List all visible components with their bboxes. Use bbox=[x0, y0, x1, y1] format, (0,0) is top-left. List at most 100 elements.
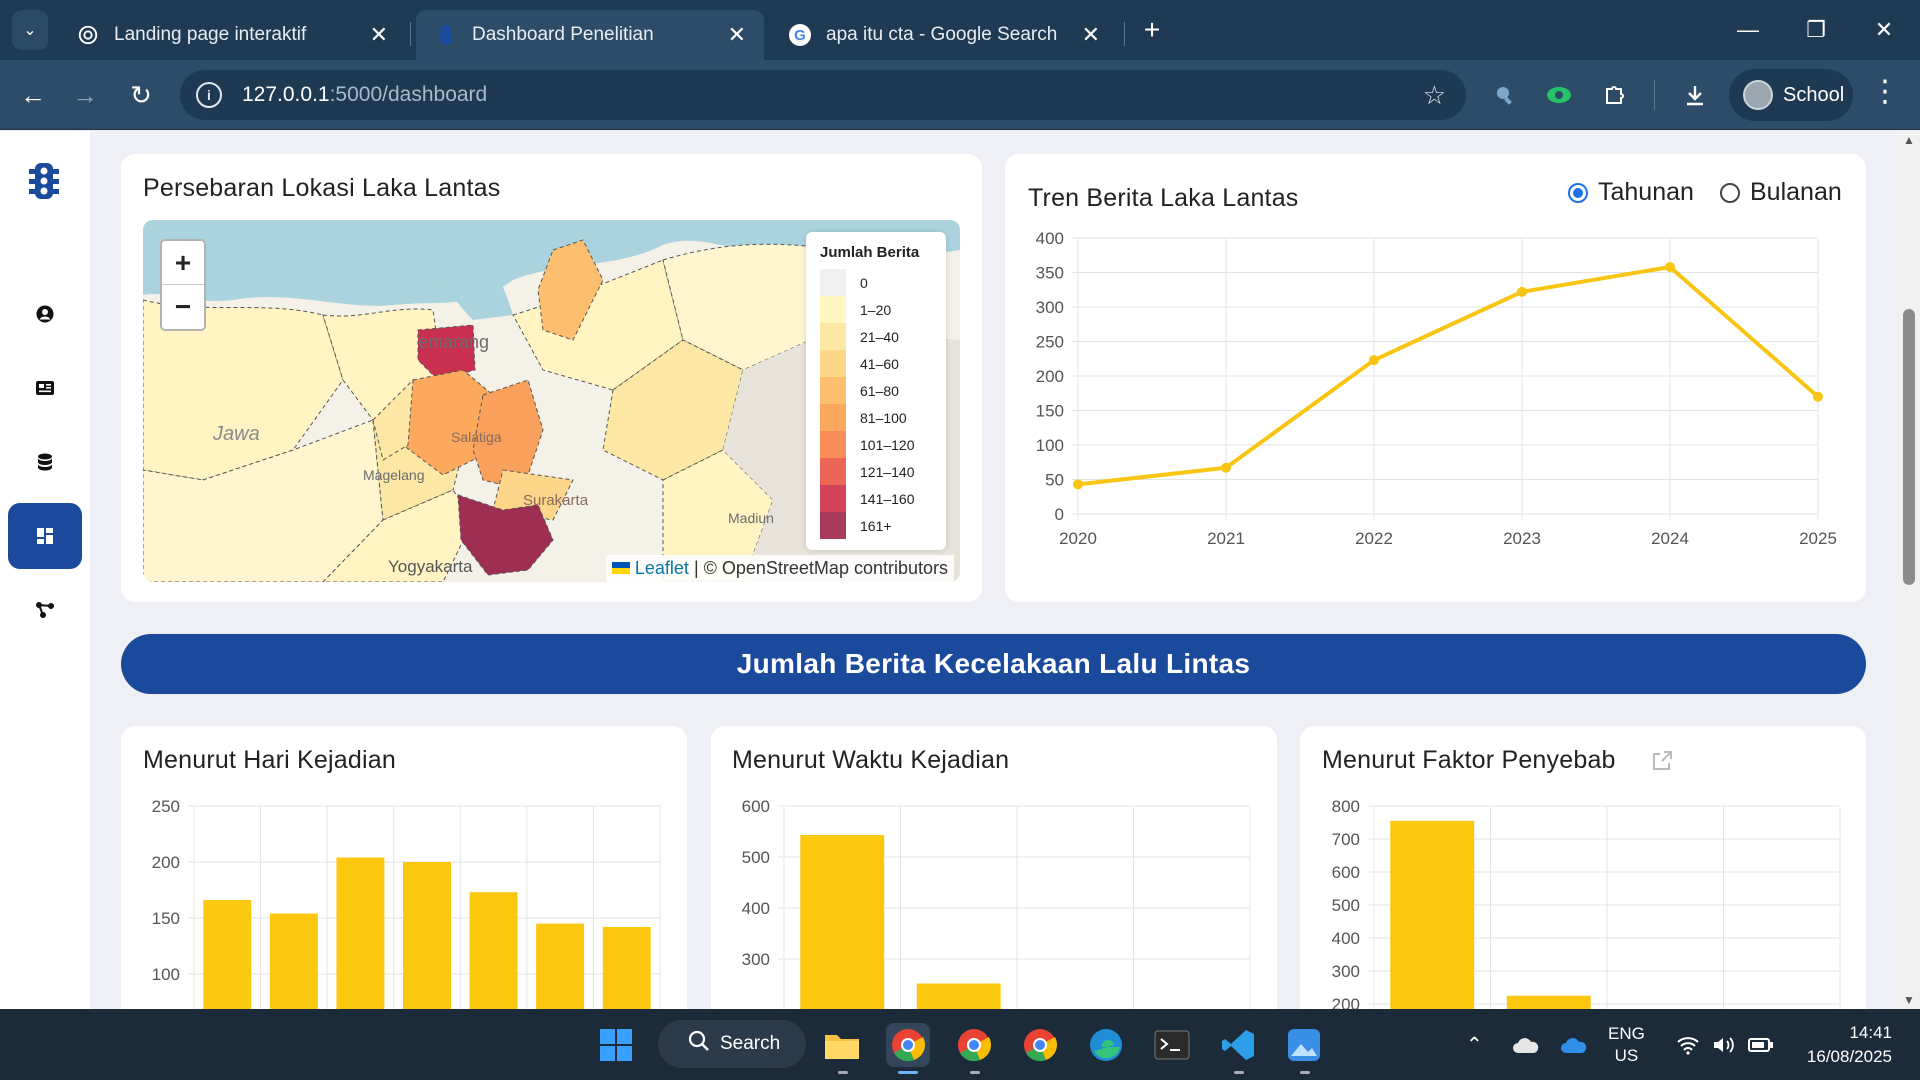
scroll-down-icon[interactable]: ▼ bbox=[1903, 994, 1915, 1006]
edge-icon[interactable] bbox=[1084, 1023, 1128, 1067]
legend-swatch bbox=[820, 431, 846, 458]
map-label: emarang bbox=[418, 332, 489, 352]
legend-item: 21–40 bbox=[820, 323, 932, 350]
data-point bbox=[1073, 479, 1083, 490]
sidebar-item-database[interactable] bbox=[8, 429, 82, 495]
clock[interactable]: 14:41 16/08/2025 bbox=[1798, 1009, 1892, 1080]
minimize-button[interactable]: — bbox=[1728, 12, 1768, 48]
chrome-icon[interactable] bbox=[1018, 1023, 1062, 1067]
extension-search-icon[interactable] bbox=[1486, 76, 1524, 114]
map-label: Surakarta bbox=[523, 492, 589, 509]
scroll-thumb[interactable] bbox=[1903, 309, 1915, 585]
radio-yearly[interactable]: Tahunan bbox=[1568, 178, 1694, 207]
radio-monthly[interactable]: Bulanan bbox=[1720, 178, 1842, 207]
radio-monthly-dot[interactable] bbox=[1720, 182, 1740, 203]
address-bar[interactable]: i 127.0.0.1:5000/dashboard ☆ bbox=[180, 70, 1466, 120]
running-indicator bbox=[970, 1071, 980, 1074]
profile-button[interactable]: School bbox=[1729, 69, 1853, 121]
sidebar-item-profile[interactable] bbox=[8, 281, 82, 347]
y-tick-label: 150 bbox=[152, 909, 180, 928]
legend-swatch bbox=[820, 377, 846, 404]
close-icon: ✕ bbox=[1874, 17, 1894, 42]
language-indicator[interactable]: ENG US bbox=[1608, 1009, 1645, 1080]
radio-monthly-label: Bulanan bbox=[1750, 178, 1842, 206]
new-tab-button[interactable]: + bbox=[1136, 12, 1168, 48]
legend-swatch bbox=[820, 485, 846, 512]
legend-item: 141–160 bbox=[820, 485, 932, 512]
legend-swatch bbox=[820, 350, 846, 377]
reload-button[interactable]: ↻ bbox=[122, 76, 160, 114]
close-icon[interactable]: ✕ bbox=[370, 22, 388, 48]
forward-button[interactable]: → bbox=[66, 76, 104, 114]
tab-search-button[interactable]: ⌄ bbox=[12, 10, 48, 50]
download-icon[interactable] bbox=[1676, 76, 1714, 114]
vscode-icon[interactable] bbox=[1216, 1023, 1260, 1067]
legend-label: 121–140 bbox=[860, 463, 915, 480]
start-button[interactable] bbox=[594, 1023, 638, 1067]
legend-item: 121–140 bbox=[820, 458, 932, 485]
wifi-icon[interactable] bbox=[1676, 1009, 1700, 1080]
leaflet-link[interactable]: Leaflet bbox=[635, 558, 689, 578]
taskbar-search[interactable]: Search bbox=[658, 1020, 806, 1068]
y-tick-label: 600 bbox=[742, 797, 770, 816]
legend-label: 161+ bbox=[860, 517, 892, 534]
bookmark-star-icon[interactable]: ☆ bbox=[1423, 80, 1446, 111]
extension-eye-icon[interactable] bbox=[1540, 76, 1578, 114]
show-hidden-icons[interactable]: ⌃ bbox=[1466, 1009, 1483, 1080]
external-link-icon[interactable] bbox=[1650, 749, 1674, 778]
y-tick-label: 100 bbox=[1036, 436, 1064, 455]
onedrive-school-icon[interactable] bbox=[1560, 1009, 1588, 1080]
tab-google-search[interactable]: G apa itu cta - Google Search ✕ bbox=[770, 10, 1118, 60]
restore-button[interactable]: ❐ bbox=[1796, 12, 1836, 48]
tab-title: apa itu cta - Google Search bbox=[826, 24, 1058, 45]
volume-icon[interactable] bbox=[1712, 1009, 1736, 1080]
legend-label: 141–160 bbox=[860, 490, 915, 507]
avatar bbox=[1743, 80, 1773, 110]
photos-icon[interactable] bbox=[1282, 1023, 1326, 1067]
extensions-puzzle-icon[interactable] bbox=[1596, 76, 1634, 114]
close-window-button[interactable]: ✕ bbox=[1864, 12, 1904, 48]
y-tick-label: 500 bbox=[742, 848, 770, 867]
map-label: Yogyakarta bbox=[388, 557, 473, 576]
legend-swatch bbox=[820, 512, 846, 539]
profile-name: School bbox=[1783, 83, 1845, 106]
sidebar-item-network[interactable] bbox=[8, 577, 82, 643]
choropleth-map[interactable]: emarang Jawa Magelang Salatiga Surakarta… bbox=[143, 220, 960, 582]
zoom-out-button[interactable]: − bbox=[162, 285, 204, 329]
sidebar-item-dashboard[interactable] bbox=[8, 503, 82, 569]
terminal-icon[interactable] bbox=[1150, 1023, 1194, 1067]
onedrive-personal-icon[interactable] bbox=[1512, 1009, 1540, 1080]
back-button[interactable]: ← bbox=[14, 76, 52, 114]
x-tick-label: 2022 bbox=[1355, 529, 1393, 548]
close-icon[interactable]: ✕ bbox=[728, 22, 746, 48]
legend-label: 0 bbox=[860, 274, 868, 291]
y-tick-label: 250 bbox=[152, 797, 180, 816]
windows-taskbar: Search ⌃ ENG US 14:41 16/08/2025 bbox=[0, 1009, 1920, 1080]
url-text[interactable]: 127.0.0.1:5000/dashboard bbox=[242, 83, 487, 107]
sidebar-item-news[interactable] bbox=[8, 355, 82, 421]
battery-icon[interactable] bbox=[1748, 1009, 1774, 1080]
factor-card-title: Menurut Faktor Penyebab bbox=[1322, 746, 1616, 774]
windows-icon bbox=[600, 1029, 632, 1061]
traffic-light-logo[interactable] bbox=[26, 161, 62, 206]
tab-landing-page[interactable]: Landing page interaktif ✕ bbox=[58, 10, 406, 60]
scroll-up-icon[interactable]: ▲ bbox=[1903, 134, 1915, 146]
y-tick-label: 0 bbox=[1055, 505, 1064, 524]
legend-swatch bbox=[820, 404, 846, 431]
legend-item: 101–120 bbox=[820, 431, 932, 458]
page-scrollbar[interactable]: ▲ ▼ bbox=[1898, 131, 1920, 1009]
tab-divider bbox=[1124, 22, 1125, 46]
zoom-in-button[interactable]: + bbox=[162, 241, 204, 285]
radio-yearly-dot[interactable] bbox=[1568, 182, 1588, 203]
data-point bbox=[1517, 286, 1527, 297]
arrow-right-icon: → bbox=[72, 79, 98, 110]
lang-bottom: US bbox=[1614, 1045, 1639, 1065]
close-icon[interactable]: ✕ bbox=[1082, 22, 1100, 48]
site-info-icon[interactable]: i bbox=[196, 82, 222, 108]
browser-menu-icon[interactable]: ⋮ bbox=[1870, 74, 1900, 109]
y-tick-label: 200 bbox=[1036, 367, 1064, 386]
tab-dashboard[interactable]: Dashboard Penelitian ✕ bbox=[416, 10, 764, 60]
chrome-school-icon[interactable] bbox=[886, 1023, 930, 1067]
file-explorer-icon[interactable] bbox=[820, 1023, 864, 1067]
chrome-profile-icon[interactable] bbox=[952, 1023, 996, 1067]
